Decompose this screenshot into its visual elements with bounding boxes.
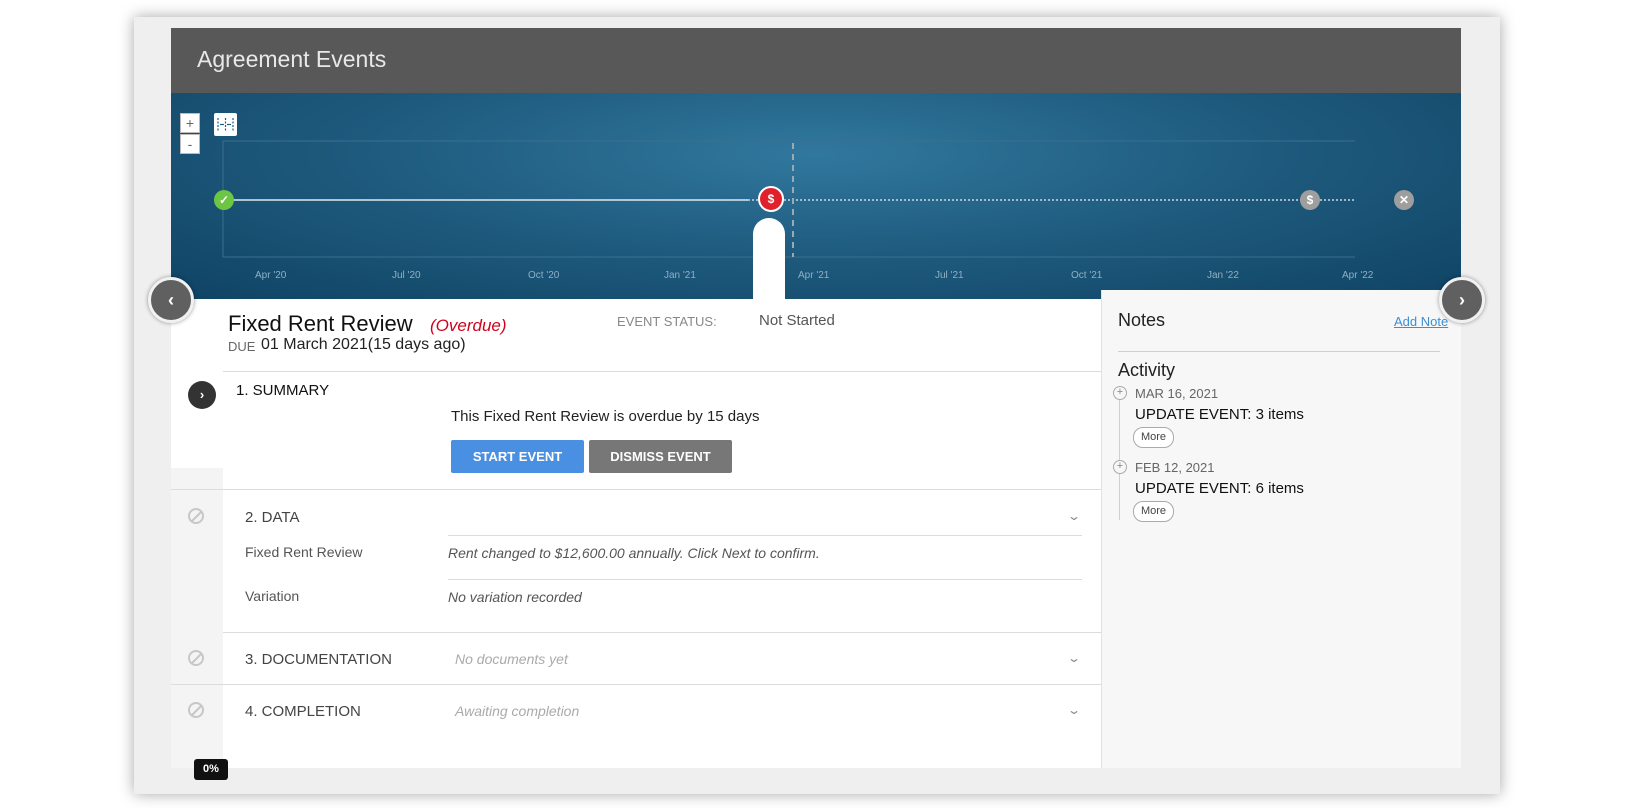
divider [223,371,1101,372]
chevron-left-icon: ‹ [168,290,174,310]
event-status-label: EVENT STATUS: [617,314,717,329]
timeline-tick: Jul '21 [935,270,964,281]
data-row-value: No variation recorded [448,589,582,605]
chevron-down-icon[interactable]: ⌄ [1067,651,1081,665]
due-label: DUE [228,339,256,354]
data-row-value: Rent changed to $12,600.00 annually. Cli… [448,545,820,561]
start-event-button[interactable]: START EVENT [451,440,584,473]
timeline-tick: Jan '22 [1207,270,1239,281]
panel-header: Agreement Events [171,28,1461,93]
section-disabled-icon [188,508,204,524]
timeline-tick: Oct '21 [1071,270,1103,281]
timeline-tick: Apr '20 [255,270,287,281]
activity-text: UPDATE EVENT: 6 items [1135,480,1304,497]
future-event-marker[interactable]: $ [1300,190,1320,210]
activity-date: MAR 16, 2021 [1135,386,1219,401]
timeline[interactable]: + - Apr '20 Jul '20 Oct '20 Jan '21 Apr … [171,93,1461,299]
documentation-status: No documents yet [455,651,568,667]
expand-activity-icon[interactable]: + [1113,386,1127,400]
timeline-tick: Oct '20 [528,270,560,281]
selected-event-marker[interactable]: $ [758,186,784,212]
end-event-marker[interactable]: ✕ [1394,190,1414,210]
data-row-label: Fixed Rent Review [245,544,363,560]
check-icon: ✓ [218,193,230,207]
divider [223,632,1101,633]
chevron-down-icon[interactable]: ⌄ [1067,509,1081,523]
section-disabled-icon [188,650,204,666]
activity-more-button[interactable]: More [1133,427,1174,448]
previous-event-button[interactable]: ‹ [148,277,194,323]
activity-text: UPDATE EVENT: 3 items [1135,406,1304,423]
documentation-section-title[interactable]: 3. DOCUMENTATION [245,651,392,668]
dollar-icon: $ [767,192,775,206]
timeline-tick: Jul '20 [392,270,421,281]
expand-activity-icon[interactable]: + [1113,460,1127,474]
activity-date: FEB 12, 2021 [1135,460,1215,475]
activity-title: Activity [1118,360,1176,380]
dismiss-event-button[interactable]: DISMISS EVENT [589,440,732,473]
dollar-icon: $ [1306,193,1314,207]
agreement-events-panel: Agreement Events + - Apr '20 Jul '20 Oct… [171,28,1461,768]
timeline-tick: Jan '21 [664,270,696,281]
completion-status: Awaiting completion [455,703,580,719]
summary-section-title: 1. SUMMARY [236,382,330,399]
divider [448,579,1082,580]
progress-badge: 0% [194,759,228,780]
close-icon: ✕ [1398,193,1410,207]
chevron-down-icon[interactable]: ⌄ [1067,703,1081,717]
notes-title: Notes [1118,310,1166,330]
overdue-label: (Overdue) [430,316,507,335]
data-row-label: Variation [245,588,300,604]
divider [1118,351,1440,352]
timeline-tick: Apr '21 [798,270,830,281]
event-status-value: Not Started [759,312,835,329]
divider [171,684,1101,685]
page-title: Agreement Events [197,46,387,72]
selected-event-notch [753,218,785,300]
divider [448,535,1082,536]
completion-section-title[interactable]: 4. COMPLETION [245,703,361,720]
notes-panel: Notes Add Note Activity + MAR 16, 2021 U… [1101,290,1461,768]
next-event-button[interactable]: › [1439,277,1485,323]
due-date: 01 March 2021(15 days ago) [261,336,466,353]
activity-more-button[interactable]: More [1133,501,1174,522]
completed-event-marker[interactable]: ✓ [214,190,234,210]
summary-expand-button[interactable]: › [188,381,216,409]
add-note-link[interactable]: Add Note [1394,314,1448,329]
chevron-right-icon: › [199,387,205,402]
divider [171,489,1101,490]
timeline-tick: Apr '22 [1342,270,1374,281]
chevron-right-icon: › [1459,290,1465,310]
summary-text: This Fixed Rent Review is overdue by 15 … [451,408,760,425]
data-section-title[interactable]: 2. DATA [245,509,299,526]
event-title: Fixed Rent Review [228,311,413,336]
timeline-axis [222,140,1355,258]
section-disabled-icon [188,702,204,718]
activity-line [1119,396,1120,520]
